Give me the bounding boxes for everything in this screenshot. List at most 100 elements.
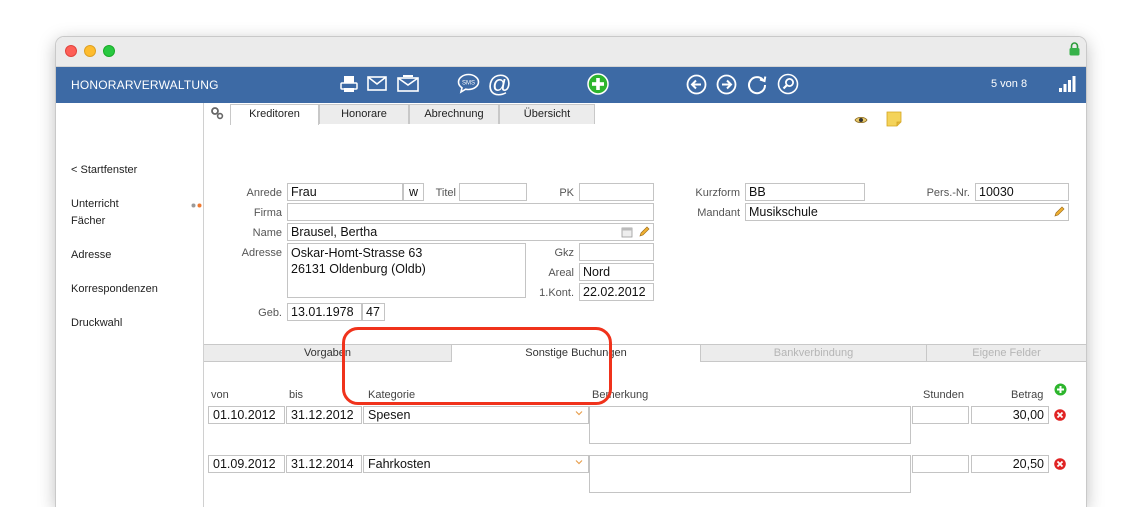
add-record-icon[interactable] [587,73,609,95]
sidebar: < Startfenster Unterricht Fächer Adresse… [56,103,204,507]
label-geb: Geb. [258,307,282,319]
kont-field[interactable]: 22.02.2012 [579,283,654,301]
row2-kategorie-value: Fahrkosten [368,457,431,471]
zoom-window-button[interactable] [103,45,115,57]
sms-icon[interactable]: SMS [457,73,480,94]
label-pk: PK [559,187,574,199]
row2-bemerkung[interactable] [589,455,911,493]
sidebar-item-startfenster[interactable]: < Startfenster [71,162,137,179]
titel-field[interactable] [459,183,527,201]
label-kont: 1.Kont. [539,287,574,299]
chevron-down-icon [575,460,583,465]
adresse-line-1: Oskar-Homt-Strasse 63 [291,246,423,260]
sidebar-item-faecher[interactable]: Fächer [71,213,105,230]
pers-nr-field[interactable]: 10030 [975,183,1069,201]
sidebar-indicator-dots [191,203,202,208]
label-adresse: Adresse [241,247,282,259]
pk-field[interactable] [579,183,654,201]
sidebar-item-druckwahl[interactable]: Druckwahl [71,315,122,332]
alter-field: 47 [362,303,385,321]
tab-uebersicht[interactable]: Übersicht [499,104,595,124]
anrede-field[interactable]: Frau [287,183,403,201]
mandant-value: Musikschule [749,205,818,219]
gkz-field[interactable] [579,243,654,261]
mail-open-icon[interactable] [397,75,419,92]
gender-field[interactable]: w [403,183,424,201]
kurzform-field[interactable]: BB [745,183,865,201]
app-window: HONORARVERWALTUNG SMS @ 5 von 8 < Startf… [56,37,1086,507]
calendar-icon[interactable] [621,226,633,238]
label-anrede: Anrede [246,187,282,199]
label-name: Name [252,227,282,239]
adresse-field[interactable]: Oskar-Homt-Strasse 63 26131 Oldenburg (O… [287,243,526,298]
row2-bis[interactable]: 31.12.2014 [286,455,362,473]
mail-icon[interactable] [367,76,387,91]
gear-icon[interactable] [210,106,224,120]
row1-bis[interactable]: 31.12.2012 [286,406,362,424]
pencil-icon[interactable] [1053,206,1065,218]
row2-kategorie-select[interactable]: Fahrkosten [363,455,589,473]
note-icon[interactable] [886,111,902,127]
back-icon[interactable] [686,74,707,95]
row1-bemerkung[interactable] [589,406,911,444]
name-field[interactable]: Brausel, Bertha [287,223,654,241]
printer-icon[interactable] [339,74,359,94]
row2-stunden[interactable] [912,455,969,473]
tab-kreditoren[interactable]: Kreditoren [230,104,319,125]
stats-icon[interactable] [1058,75,1076,93]
eye-icon[interactable] [854,115,868,125]
adresse-line-2: 26131 Oldenburg (Oldb) [291,262,426,276]
label-pers-nr: Pers.-Nr. [926,187,970,199]
app-title: HONORARVERWALTUNG [71,78,219,92]
main-content: Kreditoren Honorare Abrechnung Übersicht… [204,103,1086,507]
row1-betrag[interactable]: 30,00 [971,406,1049,424]
close-window-button[interactable] [65,45,77,57]
row1-stunden[interactable] [912,406,969,424]
sub-tabs: Vorgaben Sonstige Buchungen Bankverbindu… [204,344,1086,363]
header-von: von [211,389,229,401]
tab-abrechnung[interactable]: Abrechnung [409,104,499,124]
row1-von[interactable]: 01.10.2012 [208,406,285,424]
delete-icon[interactable] [1054,409,1066,421]
search-icon[interactable] [777,73,799,95]
header-betrag: Betrag [1011,389,1044,401]
label-kurzform: Kurzform [695,187,740,199]
record-counter: 5 von 8 [991,78,1028,90]
minimize-window-button[interactable] [84,45,96,57]
subtab-vorgaben[interactable]: Vorgaben [204,345,452,362]
row1-kategorie-select[interactable]: Spesen [363,406,589,424]
label-areal: Areal [548,267,574,279]
sidebar-item-korrespondenzen[interactable]: Korrespondenzen [71,281,158,298]
bookings-panel: von bis Kategorie Bemerkung Stunden Betr… [204,362,1086,507]
geb-field[interactable]: 13.01.1978 [287,303,362,321]
label-firma: Firma [253,207,282,219]
sidebar-item-adresse[interactable]: Adresse [71,247,111,264]
sms-icon-label: SMS [462,81,475,87]
mandant-field[interactable]: Musikschule [745,203,1069,221]
main-tabs: Kreditoren Honorare Abrechnung Übersicht [204,103,1086,125]
label-mandant: Mandant [697,207,740,219]
subtab-sonstige-buchungen[interactable]: Sonstige Buchungen [452,345,701,363]
row1-kategorie-value: Spesen [368,408,411,422]
areal-field[interactable]: Nord [579,263,654,281]
name-value: Brausel, Bertha [291,225,378,239]
label-titel: Titel [435,187,456,199]
pencil-icon[interactable] [638,226,650,238]
at-icon-label: @ [487,72,511,97]
label-gkz: Gkz [554,247,574,259]
at-icon[interactable]: @ [487,72,512,97]
header-stunden: Stunden [923,389,964,401]
firma-field[interactable] [287,203,654,221]
forward-icon[interactable] [716,74,737,95]
header-kategorie: Kategorie [368,389,416,401]
subtab-bankverbindung: Bankverbindung [701,345,927,362]
add-booking-icon[interactable] [1054,383,1067,396]
row2-betrag[interactable]: 20,50 [971,455,1049,473]
header-bemerkung: Bemerkung [592,389,649,401]
main-toolbar: HONORARVERWALTUNG SMS @ 5 von 8 [56,67,1086,103]
row2-von[interactable]: 01.09.2012 [208,455,285,473]
delete-icon[interactable] [1054,458,1066,470]
refresh-icon[interactable] [746,74,768,96]
sidebar-item-unterricht[interactable]: Unterricht [71,196,119,213]
tab-honorare[interactable]: Honorare [319,104,409,124]
